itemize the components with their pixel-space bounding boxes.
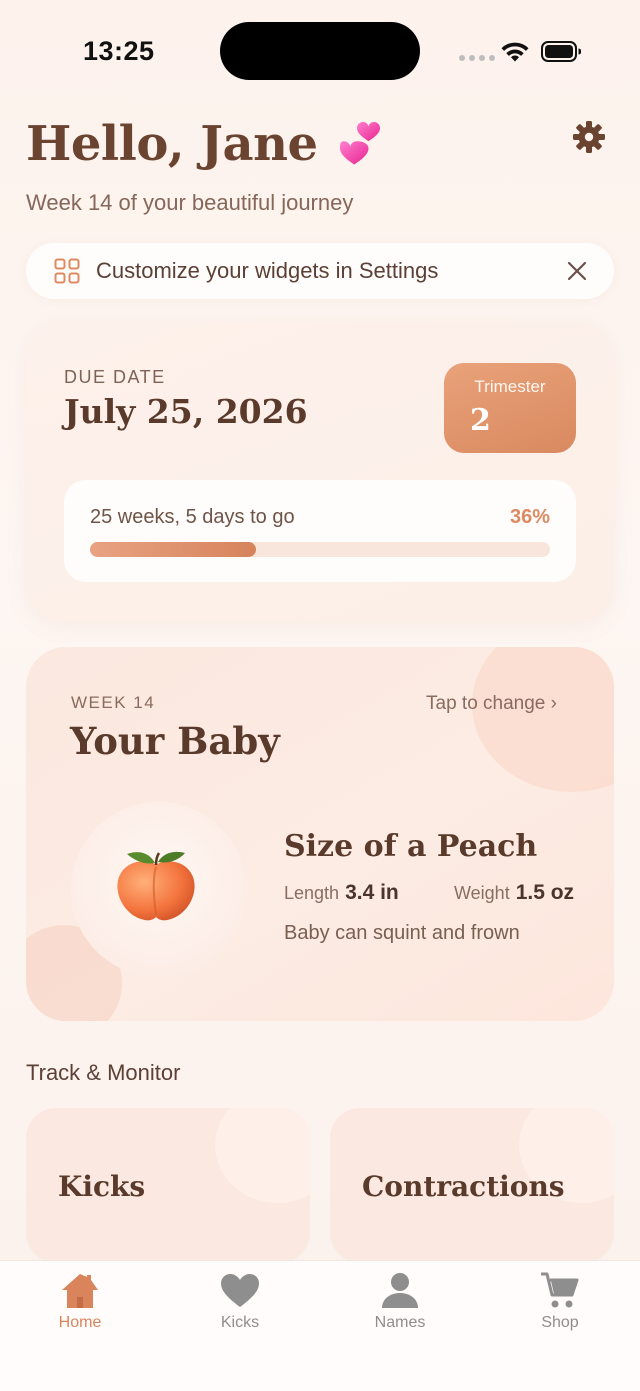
battery-icon	[541, 41, 581, 62]
greeting-title: Hello, Jane	[26, 116, 318, 172]
baby-fact: Baby can squint and frown	[284, 922, 520, 944]
weight-label: Weight	[454, 883, 510, 903]
status-time: 13:25	[83, 36, 155, 66]
progress-percent: 36%	[509, 506, 550, 528]
greeting-subtitle: Week 14 of your beautiful journey	[26, 190, 354, 215]
tab-shop[interactable]: Shop	[500, 1271, 620, 1332]
due-date-value: July 25, 2026	[64, 392, 308, 431]
trimester-label: Trimester	[474, 377, 546, 396]
tab-bar: Home Kicks Names Shop	[0, 1260, 640, 1391]
size-title: Size of a Peach	[284, 829, 538, 864]
tab-kicks[interactable]: Kicks	[180, 1271, 300, 1332]
due-date-label: DUE DATE	[64, 367, 166, 387]
person-icon	[382, 1273, 418, 1308]
status-bar: 13:25	[0, 0, 640, 100]
week-label: WEEK 14	[71, 693, 156, 712]
baby-card[interactable]: WEEK 14 Tap to change › Your Baby Size o…	[26, 647, 614, 1021]
widgets-grid-icon	[54, 258, 80, 284]
tab-names-label: Names	[374, 1314, 426, 1331]
customize-banner[interactable]: Customize your widgets in Settings	[26, 243, 614, 299]
tab-kicks-label: Kicks	[220, 1314, 260, 1331]
progress-track	[90, 542, 550, 557]
countdown-text: 25 weeks, 5 days to go	[90, 506, 295, 528]
baby-title: Your Baby	[70, 719, 280, 763]
settings-gear-icon[interactable]	[572, 120, 606, 154]
tab-names[interactable]: Names	[340, 1271, 460, 1332]
cart-icon	[541, 1272, 579, 1308]
progress-fill	[90, 542, 256, 557]
home-icon	[62, 1274, 98, 1308]
progress-box: 25 weeks, 5 days to go 36%	[64, 480, 576, 582]
tab-shop-label: Shop	[541, 1314, 579, 1331]
heart-icon	[221, 1274, 259, 1307]
dynamic-island	[220, 22, 420, 80]
length-value: 3.4 in	[345, 881, 399, 904]
signal-icon	[459, 55, 495, 61]
tile-title: Kicks	[58, 1170, 146, 1203]
contractions-tile[interactable]: Contractions	[330, 1108, 614, 1263]
tile-title: Contractions	[362, 1170, 565, 1203]
wifi-icon	[501, 42, 529, 62]
length-label: Length	[284, 883, 340, 903]
due-date-card: DUE DATE July 25, 2026 Trimester 2 25 we…	[26, 322, 614, 622]
decorative-circle	[215, 1108, 310, 1203]
peach-icon	[117, 851, 195, 921]
decorative-circle	[472, 647, 614, 792]
trimester-value: 2	[470, 403, 491, 438]
tab-home[interactable]: Home	[20, 1271, 140, 1332]
length-metric: Length 3.4 in	[284, 881, 399, 905]
close-icon[interactable]	[565, 259, 589, 283]
tab-home-label: Home	[58, 1314, 102, 1331]
section-title: Track & Monitor	[26, 1060, 181, 1085]
tap-to-change-link[interactable]: Tap to change ›	[426, 693, 557, 715]
kicks-tile[interactable]: Kicks	[26, 1108, 310, 1263]
banner-text: Customize your widgets in Settings	[96, 258, 439, 283]
weight-metric: Weight 1.5 oz	[454, 881, 574, 905]
trimester-badge: Trimester 2	[444, 363, 576, 453]
two-hearts-icon	[340, 122, 380, 165]
weight-value: 1.5 oz	[515, 881, 575, 904]
